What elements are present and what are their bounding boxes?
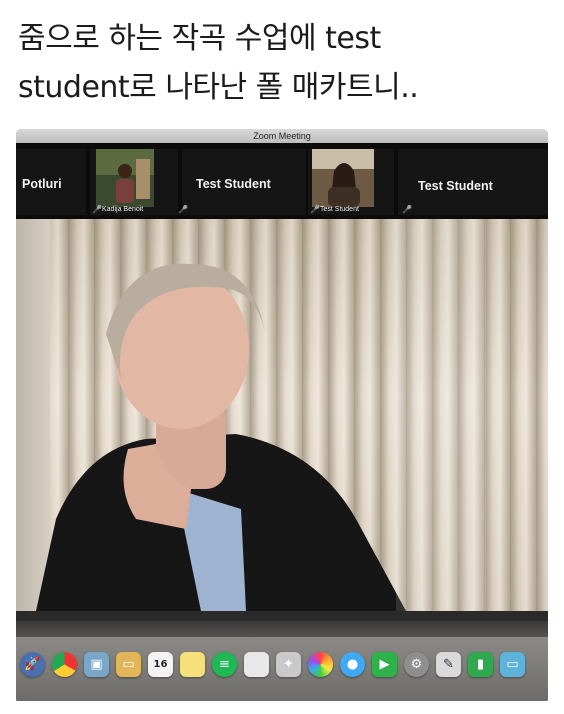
caption-line-1: 줌으로 하는 작곡 수업에 test (18, 21, 381, 56)
caption-line-2: student로 나타난 폴 매카트니.. (18, 70, 419, 105)
script-editor-icon[interactable]: ✎ (436, 652, 461, 677)
participant-caption: Kadija Benoit (102, 206, 144, 213)
participant-strip: Potluri 🎤 Kadija Benoit Test Student 🎤 🎤… (16, 143, 548, 219)
participant-tile[interactable]: 🎤 Test Student (308, 149, 394, 215)
folder-icon[interactable]: ▭ (116, 652, 141, 677)
screen-icon[interactable]: ▭ (500, 652, 525, 677)
speaker-figure (36, 219, 486, 611)
mic-muted-icon: 🎤 (310, 205, 320, 214)
participant-tile[interactable]: Test Student 🎤 (178, 149, 306, 215)
numbers-icon[interactable]: ▮ (468, 652, 493, 677)
spotify-icon[interactable]: ≡ (212, 652, 237, 677)
mic-muted-icon: 🎤 (92, 205, 102, 214)
dock-icons: 🚀 ▣ ▭ 16 ≡ ✦ ● ▶ ⚙ ✎ ▮ ▭ (20, 652, 546, 686)
mic-muted-icon: 🎤 (402, 205, 412, 214)
mic-muted-icon: 🎤 (178, 205, 188, 214)
participant-caption: Test Student (320, 206, 359, 213)
participant-video (312, 149, 374, 207)
participant-name: Test Student (196, 177, 271, 191)
screen-photo: Zoom Meeting Potluri 🎤 Kadija Benoit Tes… (16, 129, 548, 701)
document-icon[interactable] (244, 652, 269, 677)
facetime-icon[interactable]: ▶ (372, 652, 397, 677)
participant-name: Potluri (22, 177, 62, 191)
notes-icon[interactable] (180, 652, 205, 677)
chrome-icon[interactable] (52, 652, 77, 677)
window-titlebar: Zoom Meeting (16, 129, 548, 143)
post-caption: 줌으로 하는 작곡 수업에 test student로 나타난 폴 매카트니.. (18, 14, 548, 112)
preview-icon[interactable]: ▣ (84, 652, 109, 677)
participant-name: Test Student (418, 179, 493, 193)
keyboard-maestro-icon[interactable]: ✦ (276, 652, 301, 677)
active-speaker-video (16, 219, 548, 611)
participant-tile[interactable]: Potluri (16, 149, 86, 215)
participant-tile[interactable]: 🎤 Kadija Benoit (90, 149, 178, 215)
calendar-icon[interactable]: 16 (148, 652, 173, 677)
window-title: Zoom Meeting (253, 131, 311, 141)
mac-dock: 🚀 ▣ ▭ 16 ≡ ✦ ● ▶ ⚙ ✎ ▮ ▭ (16, 637, 548, 701)
participant-video (96, 149, 154, 207)
participant-tile[interactable]: Test Student 🎤 (398, 149, 548, 215)
photos-icon[interactable] (308, 652, 333, 677)
launchpad-icon[interactable]: 🚀 (20, 652, 45, 677)
messages-icon[interactable]: ● (340, 652, 365, 677)
system-preferences-icon[interactable]: ⚙ (404, 652, 429, 677)
